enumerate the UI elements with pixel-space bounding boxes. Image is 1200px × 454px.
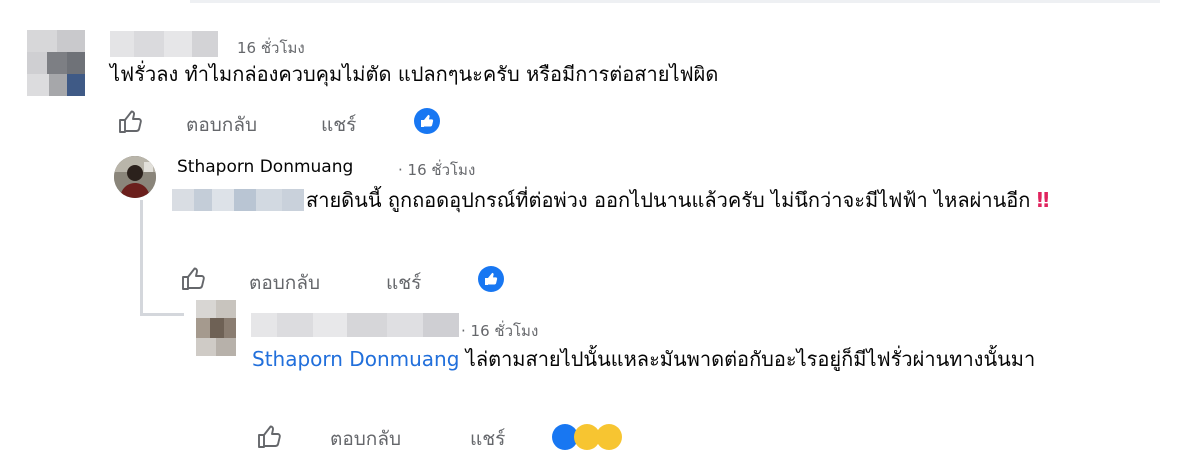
reply-button[interactable]: ตอบกลับ <box>186 110 257 140</box>
comment-body: ไล่ตามสายไปนั้นแหละมันพาดต่อกับอะไรอยู่ก… <box>459 347 1036 371</box>
thread-line <box>140 200 143 315</box>
thread-line-branch <box>140 313 184 316</box>
avatar[interactable] <box>114 156 156 198</box>
like-reaction-icon[interactable] <box>414 108 440 134</box>
thumbs-up-icon[interactable] <box>180 266 206 292</box>
share-button[interactable]: แชร์ <box>470 424 505 454</box>
avatar[interactable] <box>27 30 85 96</box>
mention-link[interactable]: Sthaporn Donmuang <box>252 347 459 371</box>
thumbs-up-icon[interactable] <box>117 109 143 135</box>
commenter-name[interactable] <box>251 313 459 337</box>
avatar[interactable] <box>196 300 236 356</box>
reply-button[interactable]: ตอบกลับ <box>330 424 401 454</box>
comment-text: ไฟรั่วลง ทำไมกล่องควบคุมไม่ตัด แปลกๆนะคร… <box>110 62 719 86</box>
thumbs-up-icon[interactable] <box>256 424 282 450</box>
reply-button[interactable]: ตอบกลับ <box>249 268 320 298</box>
share-button[interactable]: แชร์ <box>321 110 356 140</box>
laugh-reaction-icon[interactable] <box>596 424 622 450</box>
divider-line <box>190 0 1160 3</box>
comment-timestamp[interactable]: · 16 ชั่วโมง <box>461 319 538 343</box>
comment-text: Sthaporn Donmuang ไล่ตามสายไปนั้นแหละมัน… <box>252 342 1132 376</box>
double-exclamation-emoji: ‼ <box>1036 188 1050 212</box>
like-reaction-icon[interactable] <box>478 266 504 292</box>
commenter-name[interactable] <box>110 31 218 57</box>
comment-body: สายดินนี้ ถูกถอดอุปกรณ์ที่ต่อพ่วง ออกไปน… <box>306 188 1031 212</box>
share-button[interactable]: แชร์ <box>386 268 421 298</box>
comment-text: สายดินนี้ ถูกถอดอุปกรณ์ที่ต่อพ่วง ออกไปน… <box>172 183 1132 217</box>
comment-timestamp[interactable]: · 16 ชั่วโมง <box>398 158 475 182</box>
commenter-name[interactable]: Sthaporn Donmuang <box>177 157 353 177</box>
